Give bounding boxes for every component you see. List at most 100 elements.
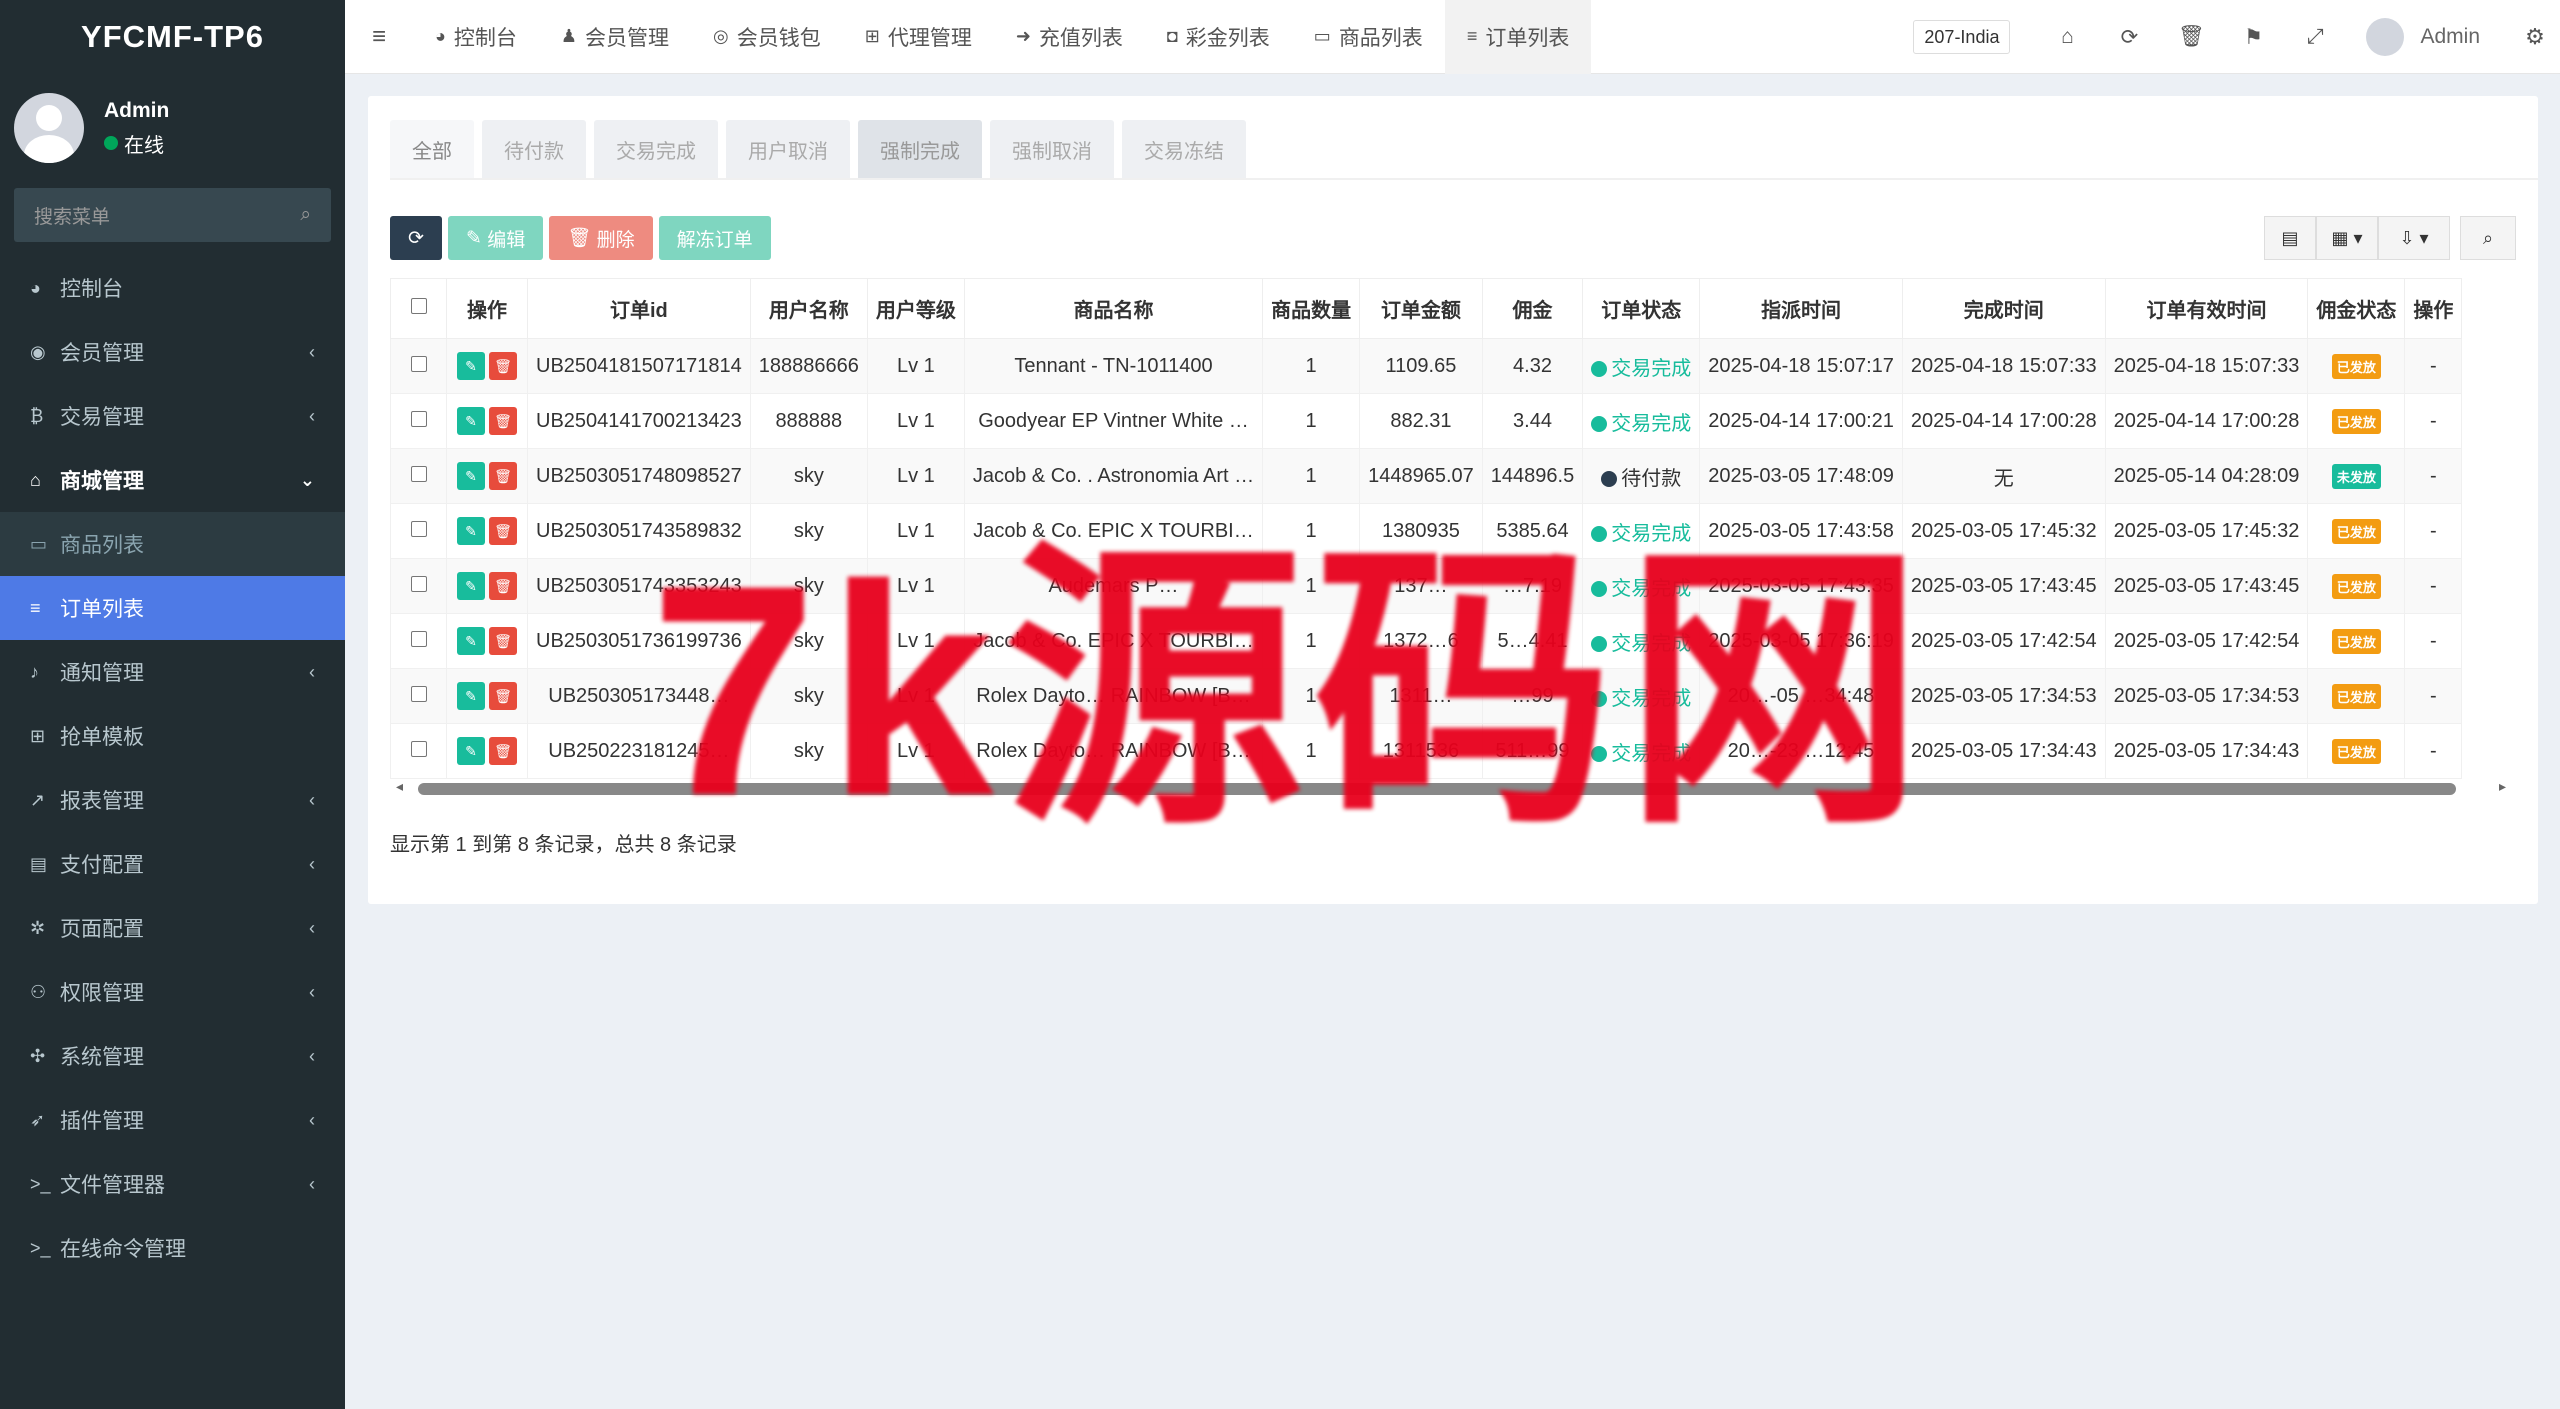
row-extra-actions[interactable]: - [2404, 448, 2463, 504]
sidebar-item[interactable]: ◕ 控制台 [0, 256, 345, 320]
table-row[interactable]: ✎ 🗑 UB2503051743353243 sky Lv 1 Audemars P… 1 1… [390, 558, 2463, 614]
scroll-left-icon[interactable]: ◂ [396, 778, 403, 795]
unfreeze-order-button[interactable]: 解冻订单 [658, 216, 771, 260]
delete-row-icon[interactable]: 🗑 [489, 462, 517, 490]
sidebar-item[interactable]: ≡ 订单列表 [0, 576, 345, 640]
edit-row-icon[interactable]: ✎ [457, 517, 485, 545]
column-header[interactable]: 订单有效时间 [2104, 278, 2309, 339]
top-tab[interactable]: ◎ 会员钱包 [691, 0, 843, 74]
row-checkbox[interactable] [410, 410, 427, 427]
top-tab[interactable]: ◘ 彩金列表 [1145, 0, 1292, 74]
delete-row-icon[interactable]: 🗑 [489, 572, 517, 600]
table-row[interactable]: ✎ 🗑 UB2504181507171814 188886666 Lv 1 Tennant… [390, 338, 2463, 394]
status-tab[interactable]: 强制取消 [990, 120, 1114, 178]
sidebar-item[interactable]: >_ 文件管理器 ‹ [0, 1152, 345, 1216]
status-tab[interactable]: 交易完成 [594, 120, 718, 178]
status-tab[interactable]: 全部 [390, 120, 474, 178]
top-admin-name[interactable]: Admin [2420, 25, 2480, 49]
top-tab[interactable]: ◕ 控制台 [413, 0, 539, 74]
delete-row-icon[interactable]: 🗑 [489, 517, 517, 545]
status-tab[interactable]: 待付款 [482, 120, 586, 178]
delete-row-icon[interactable]: 🗑 [489, 352, 517, 380]
top-tab[interactable]: ▭ 商品列表 [1292, 0, 1445, 74]
column-header[interactable]: 佣金 [1481, 278, 1584, 339]
top-tab[interactable]: ≡ 订单列表 [1444, 0, 1592, 74]
row-checkbox[interactable] [410, 740, 427, 757]
status-tab[interactable]: 用户取消 [726, 120, 850, 178]
sidebar-item[interactable]: ▤ 支付配置 ‹ [0, 832, 345, 896]
edit-row-icon[interactable]: ✎ [457, 462, 485, 490]
hamburger-icon[interactable]: ≡ [345, 23, 413, 51]
table-row[interactable]: ✎ 🗑 UB250223181245… sky Lv 1 Rolex Dayto… RAI… [390, 723, 2463, 779]
app-logo[interactable]: YFCMF-TP6 [0, 0, 345, 74]
sidebar-item[interactable]: ✣ 系统管理 ‹ [0, 1024, 345, 1088]
column-header[interactable]: 订单状态 [1582, 278, 1701, 339]
edit-row-icon[interactable]: ✎ [457, 407, 485, 435]
sidebar-item[interactable]: ⌂ 商城管理 ⌄ [0, 448, 345, 512]
edit-row-icon[interactable]: ✎ [457, 572, 485, 600]
column-header[interactable]: 指派时间 [1699, 278, 1903, 339]
row-checkbox[interactable] [410, 355, 427, 372]
sidebar-item[interactable]: ⚇ 权限管理 ‹ [0, 960, 345, 1024]
top-tab[interactable]: ♟ 会员管理 [539, 0, 691, 74]
menu-search-input[interactable]: 搜索菜单 ⌕ [14, 188, 331, 242]
delete-row-icon[interactable]: 🗑 [489, 737, 517, 765]
sidebar-item[interactable]: ₿ 交易管理 ‹ [0, 384, 345, 448]
status-tab[interactable]: 强制完成 [858, 120, 982, 178]
site-select[interactable]: 207-India [1913, 20, 2011, 54]
delete-row-icon[interactable]: 🗑 [489, 407, 517, 435]
table-row[interactable]: ✎ 🗑 UB2504141700213423 888888 Lv 1 Goodyear E… [390, 393, 2463, 449]
settings-gear-icon[interactable]: ⚙ [2510, 24, 2560, 50]
sidebar-item[interactable]: ▭ 商品列表 [0, 512, 345, 576]
delete-row-icon[interactable]: 🗑 [489, 627, 517, 655]
status-tab[interactable]: 交易冻结 [1122, 120, 1246, 178]
column-header[interactable]: 用户等级 [866, 278, 965, 339]
column-header[interactable]: 操作 [446, 278, 528, 339]
row-extra-actions[interactable]: - [2404, 723, 2463, 779]
sidebar-item[interactable]: ♪ 通知管理 ‹ [0, 640, 345, 704]
fullscreen-icon[interactable]: ⤢ [2284, 25, 2346, 49]
row-extra-actions[interactable]: - [2404, 503, 2463, 559]
delete-row-icon[interactable]: 🗑 [489, 682, 517, 710]
select-all-checkbox[interactable] [410, 298, 427, 314]
table-row[interactable]: ✎ 🗑 UB2503051743589832 sky Lv 1 Jacob & Co. E… [390, 503, 2463, 559]
row-checkbox[interactable] [410, 520, 427, 537]
scrollbar-thumb[interactable] [418, 783, 2456, 795]
sidebar-item[interactable]: ↗ 报表管理 ‹ [0, 768, 345, 832]
row-extra-actions[interactable]: - [2404, 668, 2463, 724]
edit-button[interactable]: ✎ 编辑 [448, 216, 544, 260]
row-extra-actions[interactable]: - [2404, 558, 2463, 614]
export-dropdown-icon[interactable]: ⇩ ▾ [2378, 216, 2450, 260]
row-checkbox[interactable] [410, 630, 427, 647]
top-tab[interactable]: ⊞ 代理管理 [843, 0, 994, 74]
search-icon[interactable]: ⌕ [300, 204, 311, 226]
edit-row-icon[interactable]: ✎ [457, 737, 485, 765]
column-header[interactable]: 佣金状态 [2307, 278, 2406, 339]
language-icon[interactable]: ⚑ [2222, 25, 2284, 50]
edit-row-icon[interactable]: ✎ [457, 682, 485, 710]
table-row[interactable]: ✎ 🗑 UB2503051748098527 sky Lv 1 Jacob & Co. .… [390, 448, 2463, 504]
sidebar-item[interactable]: ⊞ 抢单模板 [0, 704, 345, 768]
top-tab[interactable]: ➜ 充值列表 [994, 0, 1145, 74]
column-header[interactable]: 订单金额 [1359, 278, 1483, 339]
home-icon[interactable]: ⌂ [2036, 25, 2098, 49]
row-checkbox[interactable] [410, 575, 427, 592]
column-header[interactable]: 操作 [2404, 278, 2463, 339]
edit-row-icon[interactable]: ✎ [457, 352, 485, 380]
sidebar-item[interactable]: ✲ 页面配置 ‹ [0, 896, 345, 960]
row-extra-actions[interactable]: - [2404, 393, 2463, 449]
column-header[interactable]: 商品数量 [1262, 278, 1361, 339]
refresh-icon[interactable]: ⟳ [2098, 25, 2160, 50]
row-checkbox[interactable] [410, 685, 427, 702]
delete-button[interactable]: 🗑 删除 [549, 216, 653, 260]
sidebar-item[interactable]: ◉ 会员管理 ‹ [0, 320, 345, 384]
scroll-right-icon[interactable]: ▸ [2499, 778, 2506, 795]
horizontal-scrollbar[interactable]: ◂ ▸ [390, 778, 2516, 798]
top-avatar[interactable] [2366, 18, 2405, 56]
sidebar-item[interactable]: >_ 在线命令管理 [0, 1216, 345, 1280]
column-header[interactable]: 完成时间 [1901, 278, 2106, 339]
table-row[interactable]: ✎ 🗑 UB2503051736199736 sky Lv 1 Jacob & Co. E… [390, 613, 2463, 669]
search-toggle-icon[interactable]: ⌕ [2460, 216, 2516, 260]
row-checkbox[interactable] [410, 465, 427, 482]
refresh-button[interactable]: ⟳ [390, 216, 442, 260]
